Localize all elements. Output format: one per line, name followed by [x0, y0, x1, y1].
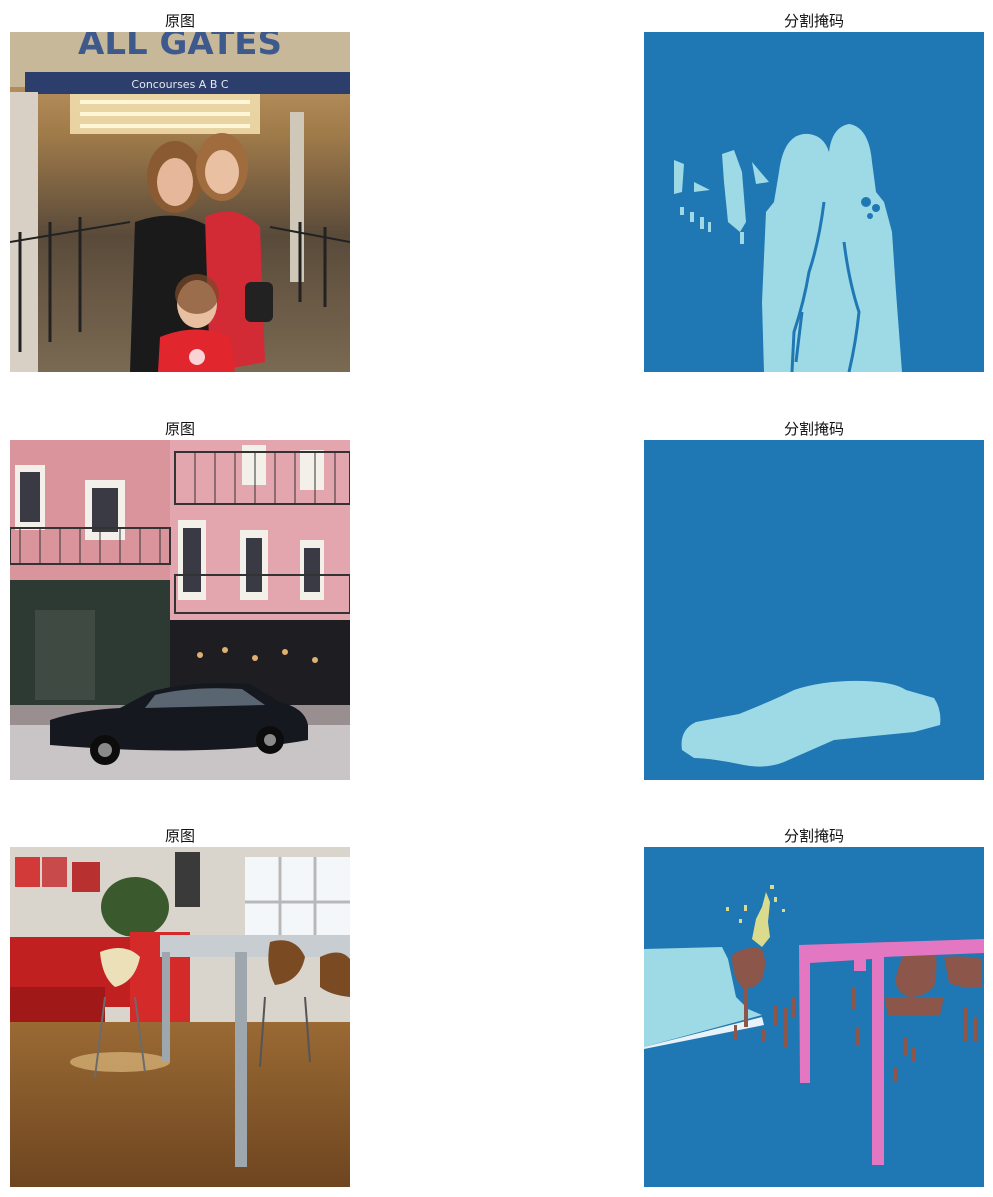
panel-title: 原图 [164, 827, 195, 845]
panel-title: 分割掩码 [783, 12, 844, 30]
photo-pink-building-car [10, 440, 350, 780]
photo-interior-room [10, 847, 350, 1187]
sign-text: ALL GATES [78, 32, 282, 63]
segmentation-mask-interior [644, 847, 984, 1187]
sign-subtext: Concourses A B C [131, 78, 228, 91]
panel-title: 原图 [164, 420, 195, 438]
panel-title: 分割掩码 [783, 420, 844, 438]
panel-title: 原图 [164, 12, 195, 30]
panel-title: 分割掩码 [783, 827, 844, 845]
segmentation-mask-people [644, 32, 984, 372]
segmentation-mask-car [644, 440, 984, 780]
photo-airport-family: ALL GATES Concourses A B C [10, 32, 350, 372]
